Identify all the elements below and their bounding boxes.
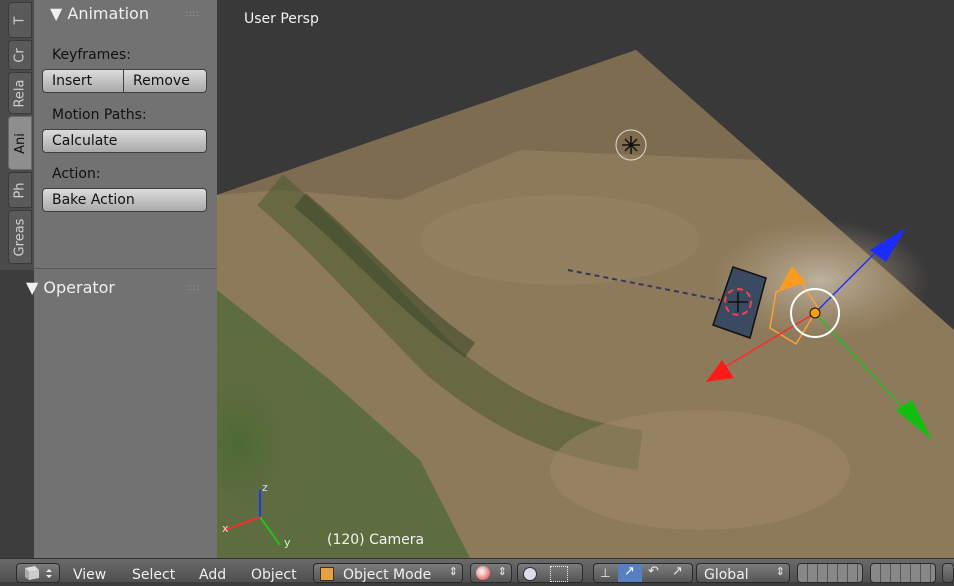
tab-relations[interactable]: Rela [8, 72, 32, 114]
layer-buttons-1[interactable] [797, 563, 863, 583]
chevron-updown-icon: ⇕ [775, 565, 785, 578]
layer-buttons-2[interactable] [870, 563, 936, 583]
drag-grip-icon[interactable]: ∷∷ [186, 10, 199, 20]
tab-animation[interactable]: Ani [8, 116, 32, 170]
calculate-button[interactable]: Calculate [42, 129, 207, 153]
animation-panel-header[interactable]: ▼ Animation [50, 4, 149, 23]
active-object-label: (120) Camera [327, 532, 425, 548]
pivot-point-button[interactable] [517, 563, 583, 583]
layers-icon [550, 566, 568, 582]
chevron-updown-icon: ⇕ [497, 565, 507, 578]
tab-label: Rela [12, 78, 28, 108]
panel-divider [34, 268, 217, 269]
drag-grip-icon[interactable]: ∷∷ [186, 284, 199, 294]
cube-icon [25, 566, 52, 580]
manipulator-toggle-icon[interactable]: ⊥ [600, 566, 610, 580]
insert-keyframe-button[interactable]: Insert [42, 69, 124, 93]
object-mode-icon [320, 567, 334, 581]
action-label: Action: [52, 166, 101, 182]
editor-type-button[interactable] [16, 563, 60, 583]
tab-create[interactable]: Cr [8, 40, 32, 70]
axis-x-label: x [222, 522, 229, 535]
tab-grease-pencil[interactable]: Greas [8, 210, 32, 264]
shading-sphere-icon [476, 566, 490, 580]
3d-viewport[interactable]: z x y [217, 0, 954, 558]
chevron-updown-icon: ⇕ [448, 565, 458, 578]
rotate-manipulator-icon[interactable]: ↶ [648, 564, 659, 579]
scale-manipulator-icon[interactable]: ↗ [672, 564, 683, 579]
tab-label: T [12, 16, 28, 24]
viewport-title: User Persp [244, 11, 319, 27]
terrain-scene: z x y [217, 50, 954, 558]
tab-label: Cr [12, 47, 28, 63]
tool-tabs: T Cr Rela Ani Ph Greas [0, 0, 34, 270]
manipulator-buttons[interactable]: ⊥ ↗ ↶ ↗ [593, 563, 693, 583]
keyframes-label: Keyframes: [52, 47, 131, 63]
tab-tools[interactable]: T [8, 2, 32, 38]
tab-label: Ph [12, 181, 28, 199]
viewport-shading-button[interactable]: ⇕ [470, 563, 512, 583]
operator-panel-header[interactable]: ▼ Operator [26, 278, 115, 297]
lock-layers-button[interactable] [942, 563, 954, 583]
bake-action-button[interactable]: Bake Action [42, 188, 207, 212]
tab-label: Ani [12, 132, 28, 154]
axis-z-label: z [262, 481, 268, 494]
tab-label: Greas [12, 218, 28, 256]
pivot-icon [523, 567, 537, 581]
motion-paths-label: Motion Paths: [52, 107, 147, 123]
arrow-icon: ↗ [624, 564, 635, 579]
tab-physics[interactable]: Ph [8, 172, 32, 208]
axis-y-label: y [284, 536, 291, 549]
remove-keyframe-button[interactable]: Remove [123, 69, 207, 93]
